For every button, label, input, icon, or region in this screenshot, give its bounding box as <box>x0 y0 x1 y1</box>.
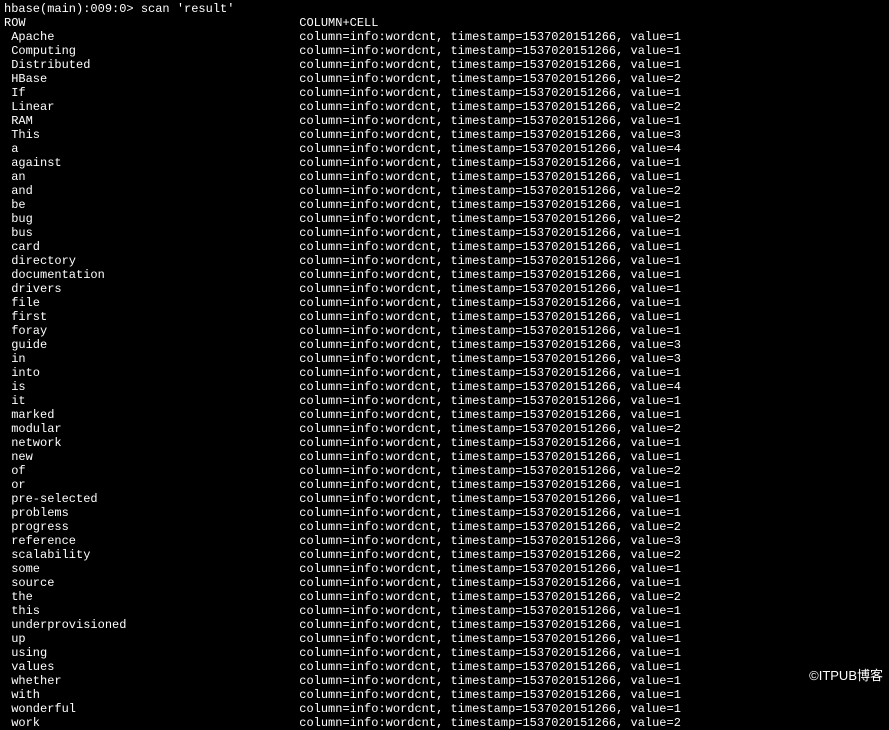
table-row: documentation column=info:wordcnt, times… <box>4 268 885 282</box>
table-row: a column=info:wordcnt, timestamp=1537020… <box>4 142 885 156</box>
table-row: up column=info:wordcnt, timestamp=153702… <box>4 632 885 646</box>
scan-results: Apache column=info:wordcnt, timestamp=15… <box>4 30 885 730</box>
table-row: reference column=info:wordcnt, timestamp… <box>4 534 885 548</box>
table-row: bus column=info:wordcnt, timestamp=15370… <box>4 226 885 240</box>
table-row: source column=info:wordcnt, timestamp=15… <box>4 576 885 590</box>
table-row: work column=info:wordcnt, timestamp=1537… <box>4 716 885 730</box>
table-row: modular column=info:wordcnt, timestamp=1… <box>4 422 885 436</box>
table-row: foray column=info:wordcnt, timestamp=153… <box>4 324 885 338</box>
table-row: underprovisioned column=info:wordcnt, ti… <box>4 618 885 632</box>
table-row: problems column=info:wordcnt, timestamp=… <box>4 506 885 520</box>
table-row: of column=info:wordcnt, timestamp=153702… <box>4 464 885 478</box>
table-row: the column=info:wordcnt, timestamp=15370… <box>4 590 885 604</box>
table-row: progress column=info:wordcnt, timestamp=… <box>4 520 885 534</box>
table-row: Computing column=info:wordcnt, timestamp… <box>4 44 885 58</box>
table-row: and column=info:wordcnt, timestamp=15370… <box>4 184 885 198</box>
table-row: network column=info:wordcnt, timestamp=1… <box>4 436 885 450</box>
table-row: is column=info:wordcnt, timestamp=153702… <box>4 380 885 394</box>
table-row: using column=info:wordcnt, timestamp=153… <box>4 646 885 660</box>
hbase-shell-prompt: hbase(main):009:0> scan 'result' <box>4 2 885 16</box>
table-row: into column=info:wordcnt, timestamp=1537… <box>4 366 885 380</box>
table-row: Distributed column=info:wordcnt, timesta… <box>4 58 885 72</box>
watermark: ©ITPUB博客 <box>809 669 883 683</box>
table-row: If column=info:wordcnt, timestamp=153702… <box>4 86 885 100</box>
table-row: HBase column=info:wordcnt, timestamp=153… <box>4 72 885 86</box>
table-row: against column=info:wordcnt, timestamp=1… <box>4 156 885 170</box>
table-row: whether column=info:wordcnt, timestamp=1… <box>4 674 885 688</box>
table-row: be column=info:wordcnt, timestamp=153702… <box>4 198 885 212</box>
table-row: Apache column=info:wordcnt, timestamp=15… <box>4 30 885 44</box>
table-row: some column=info:wordcnt, timestamp=1537… <box>4 562 885 576</box>
table-row: directory column=info:wordcnt, timestamp… <box>4 254 885 268</box>
table-row: guide column=info:wordcnt, timestamp=153… <box>4 338 885 352</box>
table-row: in column=info:wordcnt, timestamp=153702… <box>4 352 885 366</box>
table-row: or column=info:wordcnt, timestamp=153702… <box>4 478 885 492</box>
table-row: first column=info:wordcnt, timestamp=153… <box>4 310 885 324</box>
table-row: new column=info:wordcnt, timestamp=15370… <box>4 450 885 464</box>
table-row: marked column=info:wordcnt, timestamp=15… <box>4 408 885 422</box>
table-row: with column=info:wordcnt, timestamp=1537… <box>4 688 885 702</box>
table-row: this column=info:wordcnt, timestamp=1537… <box>4 604 885 618</box>
table-row: values column=info:wordcnt, timestamp=15… <box>4 660 885 674</box>
table-row: wonderful column=info:wordcnt, timestamp… <box>4 702 885 716</box>
table-row: file column=info:wordcnt, timestamp=1537… <box>4 296 885 310</box>
table-row: scalability column=info:wordcnt, timesta… <box>4 548 885 562</box>
scan-header: ROW COLUMN+CELL <box>4 16 885 30</box>
table-row: it column=info:wordcnt, timestamp=153702… <box>4 394 885 408</box>
table-row: pre-selected column=info:wordcnt, timest… <box>4 492 885 506</box>
table-row: bug column=info:wordcnt, timestamp=15370… <box>4 212 885 226</box>
table-row: RAM column=info:wordcnt, timestamp=15370… <box>4 114 885 128</box>
table-row: This column=info:wordcnt, timestamp=1537… <box>4 128 885 142</box>
table-row: an column=info:wordcnt, timestamp=153702… <box>4 170 885 184</box>
table-row: drivers column=info:wordcnt, timestamp=1… <box>4 282 885 296</box>
table-row: Linear column=info:wordcnt, timestamp=15… <box>4 100 885 114</box>
table-row: card column=info:wordcnt, timestamp=1537… <box>4 240 885 254</box>
